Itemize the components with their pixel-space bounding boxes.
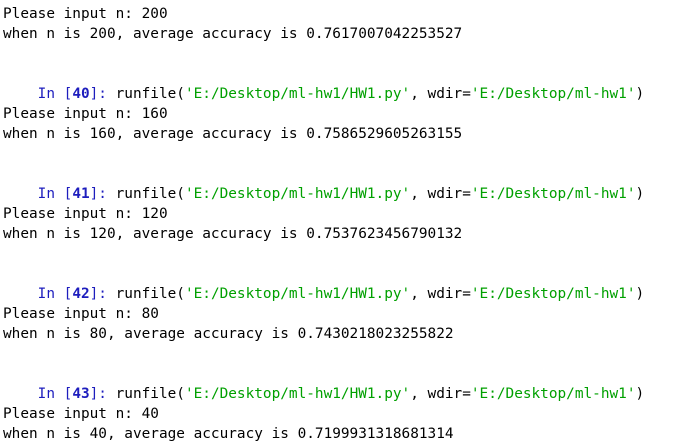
- function-call-open: runfile(: [115, 186, 185, 202]
- path-argument: 'E:/Desktop/ml-hw1/HW1.py': [184, 186, 411, 202]
- result-line: when n is 80, average accuracy is 0.7430…: [3, 326, 454, 342]
- wdir-keyword: , wdir=: [410, 86, 471, 102]
- function-call-close: ): [635, 386, 645, 402]
- wdir-argument: 'E:/Desktop/ml-hw1': [470, 386, 636, 402]
- result-line: when n is 160, average accuracy is 0.758…: [3, 126, 463, 142]
- result-line: when n is 40, average accuracy is 0.7199…: [3, 426, 454, 442]
- function-call-open: runfile(: [115, 86, 185, 102]
- result-line: when n is 120, average accuracy is 0.753…: [3, 226, 463, 242]
- cell-command-line[interactable]: In [41]: runfile('E:/Desktop/ml-hw1/HW1.…: [3, 164, 645, 202]
- path-argument: 'E:/Desktop/ml-hw1/HW1.py': [184, 286, 411, 302]
- in-prompt-close: ]:: [89, 186, 116, 202]
- in-prompt-label: In [: [37, 86, 73, 102]
- in-prompt-number: 43: [72, 386, 90, 402]
- input-prompt-line: Please input n: 40: [3, 406, 159, 422]
- input-prompt-line: Please input n: 200: [3, 6, 168, 22]
- result-line: when n is 200, average accuracy is 0.761…: [3, 26, 463, 42]
- function-call-close: ): [635, 286, 645, 302]
- wdir-argument: 'E:/Desktop/ml-hw1': [470, 86, 636, 102]
- in-prompt-close: ]:: [89, 86, 116, 102]
- wdir-keyword: , wdir=: [410, 386, 471, 402]
- input-prompt-line: Please input n: 120: [3, 206, 168, 222]
- function-call-close: ): [635, 186, 645, 202]
- input-prompt-line: Please input n: 80: [3, 306, 159, 322]
- path-argument: 'E:/Desktop/ml-hw1/HW1.py': [184, 86, 411, 102]
- ipython-console[interactable]: Please input n: 200 when n is 200, avera…: [0, 0, 683, 448]
- wdir-keyword: , wdir=: [410, 286, 471, 302]
- in-prompt-close: ]:: [89, 286, 116, 302]
- wdir-argument: 'E:/Desktop/ml-hw1': [470, 186, 636, 202]
- in-prompt-number: 41: [72, 186, 90, 202]
- in-prompt-close: ]:: [89, 386, 116, 402]
- in-prompt-label: In [: [37, 286, 73, 302]
- cell-command-line[interactable]: In [40]: runfile('E:/Desktop/ml-hw1/HW1.…: [3, 64, 645, 102]
- in-prompt-label: In [: [37, 186, 73, 202]
- cell-command-line[interactable]: In [42]: runfile('E:/Desktop/ml-hw1/HW1.…: [3, 264, 645, 302]
- in-prompt-label: In [: [37, 386, 73, 402]
- function-call-close: ): [635, 86, 645, 102]
- wdir-keyword: , wdir=: [410, 186, 471, 202]
- in-prompt-number: 42: [72, 286, 90, 302]
- wdir-argument: 'E:/Desktop/ml-hw1': [470, 286, 636, 302]
- function-call-open: runfile(: [115, 386, 185, 402]
- in-prompt-number: 40: [72, 86, 90, 102]
- function-call-open: runfile(: [115, 286, 185, 302]
- input-prompt-line: Please input n: 160: [3, 106, 168, 122]
- cell-command-line[interactable]: In [43]: runfile('E:/Desktop/ml-hw1/HW1.…: [3, 364, 645, 402]
- path-argument: 'E:/Desktop/ml-hw1/HW1.py': [184, 386, 411, 402]
